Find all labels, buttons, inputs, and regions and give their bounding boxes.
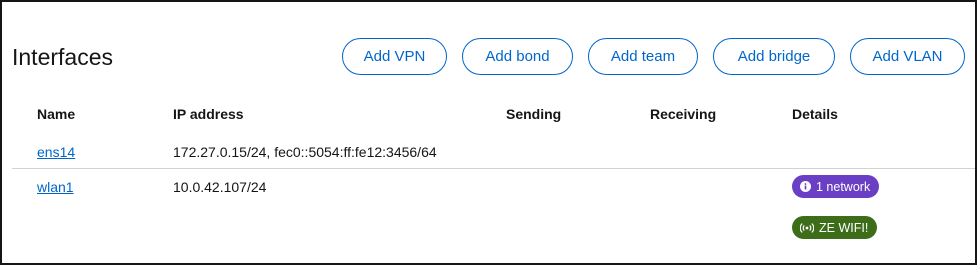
table-row[interactable]: ens14 172.27.0.15/24, fec0::5054:ff:fe12…: [12, 132, 975, 169]
ip-address-cell: 172.27.0.15/24, fec0::5054:ff:fe12:3456/…: [173, 144, 437, 160]
network-count-badge[interactable]: 1 network: [792, 175, 880, 198]
interfaces-table: Name IP address Sending Receiving Detail…: [12, 96, 975, 259]
card-header: Interfaces Add VPN Add bond Add team Add…: [12, 38, 965, 76]
network-count-label: 1 network: [816, 179, 871, 194]
column-header-sending[interactable]: Sending: [506, 106, 561, 122]
column-header-details: Details: [792, 106, 838, 122]
table-row[interactable]: wlan1 10.0.42.107/24 1 network ZE WIFI!: [12, 169, 975, 259]
card-actions: Add VPN Add bond Add team Add bridge Add…: [342, 38, 965, 75]
add-bridge-button[interactable]: Add bridge: [713, 38, 835, 75]
wifi-signal-icon: [800, 222, 814, 233]
table-header: Name IP address Sending Receiving Detail…: [12, 96, 975, 132]
interface-link-wlan1[interactable]: wlan1: [37, 179, 74, 195]
add-vlan-button[interactable]: Add VLAN: [850, 38, 965, 75]
interfaces-card: Interfaces Add VPN Add bond Add team Add…: [0, 0, 977, 265]
interface-link-ens14[interactable]: ens14: [37, 144, 75, 160]
add-bond-button[interactable]: Add bond: [462, 38, 573, 75]
add-team-button[interactable]: Add team: [588, 38, 698, 75]
wifi-network-label: ZE WIFI!: [819, 220, 869, 235]
add-vpn-button[interactable]: Add VPN: [342, 38, 447, 75]
wifi-network-badge[interactable]: ZE WIFI!: [792, 216, 878, 239]
card-title: Interfaces: [12, 44, 113, 70]
column-header-ip-address[interactable]: IP address: [173, 106, 244, 122]
ip-address-cell: 10.0.42.107/24: [173, 179, 267, 195]
info-circle-icon: [800, 181, 811, 192]
column-header-receiving[interactable]: Receiving: [650, 106, 716, 122]
column-header-name[interactable]: Name: [37, 106, 75, 122]
